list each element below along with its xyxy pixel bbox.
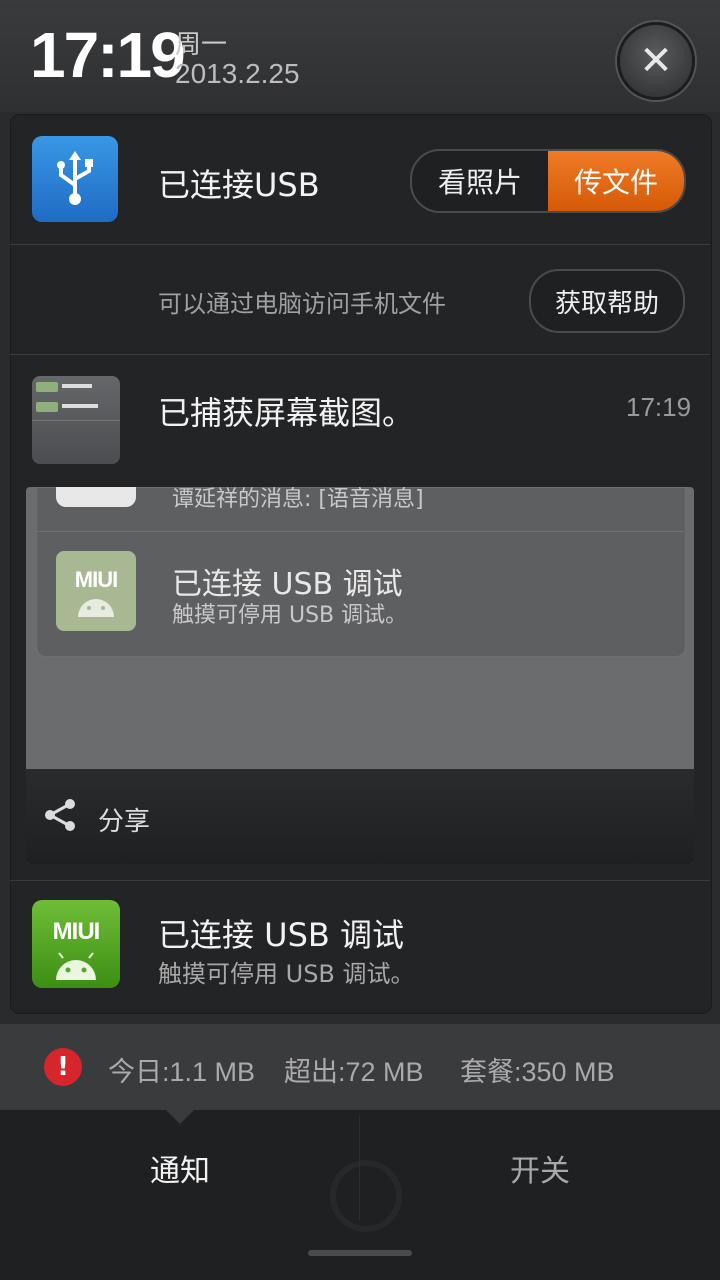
data-today: 今日:1.1 MB	[108, 1057, 256, 1087]
usb-subtitle: 可以通过电脑访问手机文件	[158, 290, 446, 318]
sms-icon	[56, 487, 136, 507]
weekday: 周一	[175, 30, 228, 60]
transfer-files-button[interactable]: 传文件	[548, 151, 684, 211]
date: 2013.2.25	[175, 58, 300, 89]
usb-icon	[32, 136, 118, 222]
view-photos-button[interactable]: 看照片	[412, 151, 548, 211]
screenshot-thumbnail[interactable]	[32, 376, 120, 464]
drag-handle[interactable]	[308, 1250, 412, 1256]
usb-title: 已连接USB	[158, 166, 320, 204]
android-icon	[56, 952, 96, 980]
get-help-button[interactable]: 获取帮助	[529, 269, 685, 333]
preview-miui-icon: MIUI	[56, 551, 136, 631]
data-plan: 套餐:350 MB	[460, 1057, 615, 1087]
usb-debug-subtitle: 触摸可停用 USB 调试。	[158, 960, 415, 988]
alert-icon: !	[44, 1048, 82, 1086]
close-icon: ✕	[639, 38, 673, 84]
screenshot-title[interactable]: 已捕获屏幕截图。	[158, 388, 414, 434]
screenshot-preview[interactable]: 谭延祥的消息: [语音消息] MIUI 已连接 USB 调试 触摸可停用 USB…	[26, 487, 694, 864]
miui-icon: MIUI	[32, 900, 120, 988]
divider	[10, 354, 710, 355]
usb-mode-segmented: 看照片 传文件	[410, 149, 686, 213]
divider	[10, 880, 710, 881]
preview-subtitle: 触摸可停用 USB 调试。	[172, 603, 408, 628]
preview-sms-text: 谭延祥的消息: [语音消息]	[172, 487, 424, 512]
screenshot-time: 17:19	[626, 392, 692, 422]
tab-notifications[interactable]: 通知	[0, 1110, 360, 1225]
tab-toggles[interactable]: 开关	[360, 1110, 720, 1225]
divider	[10, 244, 710, 245]
clock: 17:19	[30, 19, 186, 91]
usb-debug-title[interactable]: 已连接 USB 调试	[158, 910, 404, 956]
share-label[interactable]: 分享	[98, 801, 150, 838]
usb-symbol-icon	[57, 151, 93, 205]
data-exceeded: 超出:72 MB	[284, 1057, 424, 1087]
divider	[36, 531, 684, 532]
close-button[interactable]: ✕	[617, 22, 695, 100]
share-icon	[45, 799, 75, 831]
android-icon	[78, 599, 114, 617]
